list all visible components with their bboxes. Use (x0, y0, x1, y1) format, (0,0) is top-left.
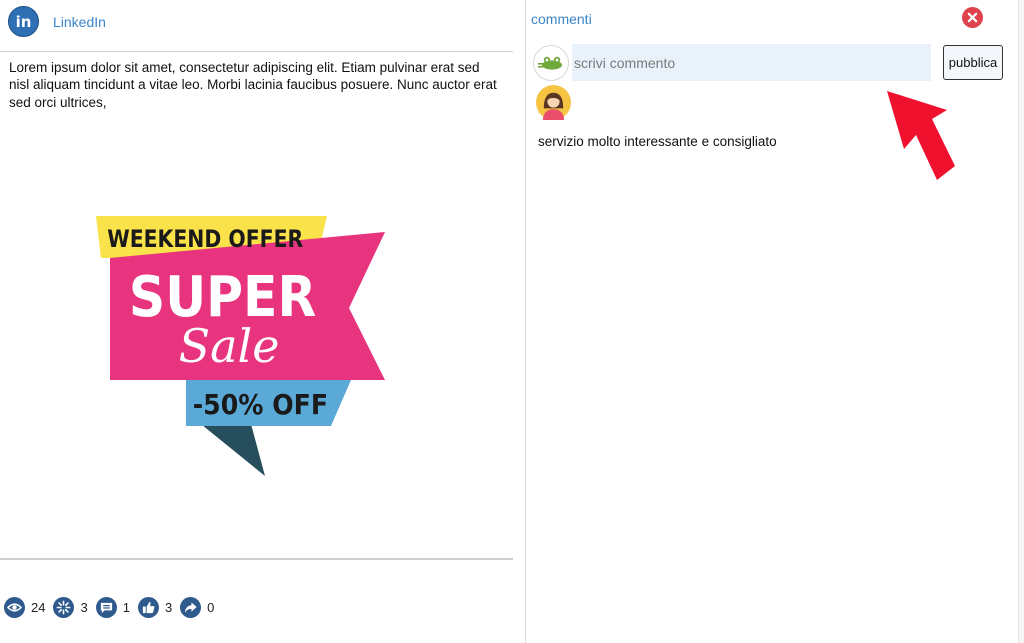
offer-line4: -50% OFF (193, 389, 328, 422)
offer-line3: Sale (179, 319, 280, 373)
eye-icon (4, 596, 25, 618)
likes-count: 3 (164, 599, 173, 615)
frog-logo-icon (538, 56, 562, 70)
post-stats: 24 3 1 3 0 (4, 596, 222, 618)
share-icon (180, 596, 202, 618)
linkedin-icon: in (8, 6, 39, 37)
red-arrow-pointer (887, 91, 955, 180)
clicks-count: 3 (80, 599, 88, 615)
woman-avatar-icon (536, 85, 571, 120)
stat-clicks[interactable]: 3 (53, 596, 88, 618)
stat-likes[interactable]: 3 (137, 596, 173, 618)
weekend-offer-image: WEEKEND OFFER SUPER Sale -50% OFF (96, 216, 385, 476)
close-icon (967, 12, 978, 23)
thumbs-up-icon (137, 596, 159, 618)
publish-button[interactable]: pubblica (943, 45, 1003, 80)
comment-input[interactable] (572, 44, 931, 81)
post-panel: in LinkedIn Lorem ipsum dolor sit amet, … (0, 0, 525, 643)
scrollbar-track[interactable] (1018, 0, 1024, 643)
pane-divider (525, 0, 526, 643)
post-footer-divider (0, 558, 513, 560)
stat-shares[interactable]: 0 (180, 596, 215, 618)
comment-icon (95, 596, 117, 618)
user-avatar (533, 45, 569, 81)
burst-icon (53, 596, 75, 618)
network-name[interactable]: LinkedIn (53, 14, 106, 30)
comments-count: 1 (122, 599, 130, 615)
views-count: 24 (31, 599, 46, 615)
stat-views[interactable]: 24 (4, 596, 46, 618)
close-button[interactable] (962, 7, 983, 28)
comments-title: commenti (531, 11, 592, 27)
stat-comments[interactable]: 1 (95, 596, 130, 618)
post-header: in LinkedIn (0, 0, 513, 52)
shares-count: 0 (207, 599, 215, 615)
comment-text: servizio molto interessante e consigliat… (538, 134, 777, 149)
post-text: Lorem ipsum dolor sit amet, consectetur … (9, 60, 497, 110)
offer-line1: WEEKEND OFFER (107, 225, 303, 253)
